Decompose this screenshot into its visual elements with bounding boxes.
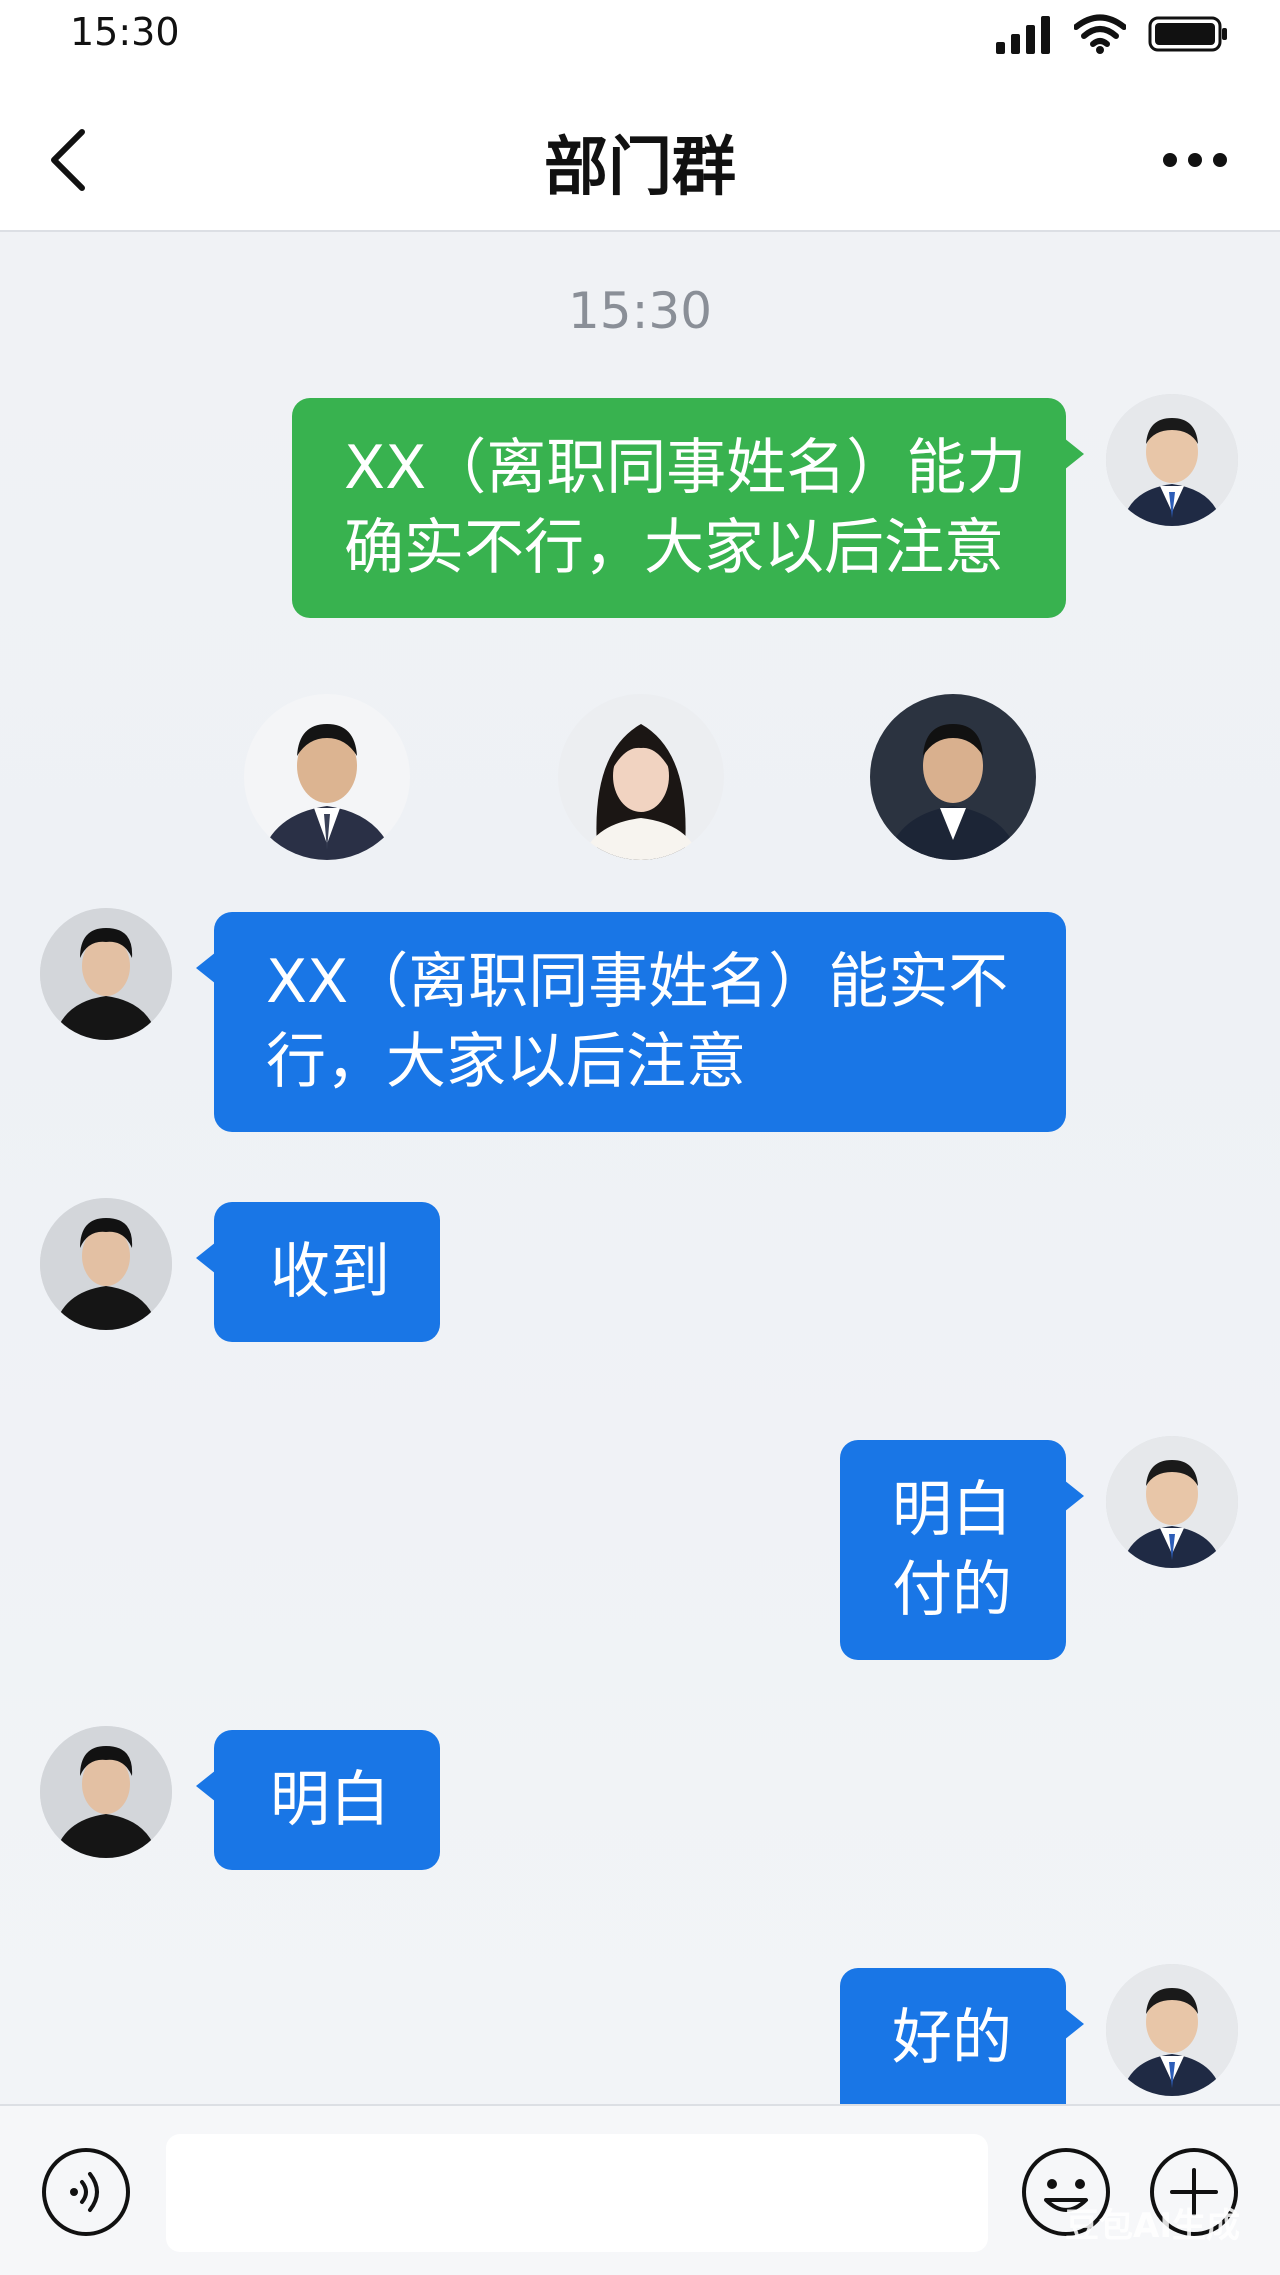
self-avatar[interactable] [1106, 1964, 1238, 2096]
colleague-avatar[interactable] [40, 908, 172, 1040]
battery-icon [1148, 16, 1227, 52]
avatar-image [1106, 1964, 1238, 2096]
voice-icon[interactable] [40, 2146, 132, 2238]
avatar-image [1106, 394, 1238, 526]
reader-avatar[interactable] [244, 694, 410, 860]
message-bubble[interactable]: 收到 [196, 1202, 440, 1342]
message-bubble[interactable]: XX（离职同事姓名）能力 确实不行，大家以后注意 [292, 398, 1084, 618]
message-bubble[interactable]: 好的 [840, 1968, 1084, 2104]
message-text: 行，大家以后注意 [266, 1027, 746, 1097]
page-title: 部门群 [544, 131, 736, 205]
avatar-image [244, 694, 410, 860]
avatar-image [558, 694, 724, 860]
status-time: 15:30 [70, 10, 180, 54]
message-text: 收到 [270, 1237, 390, 1307]
message-bubble[interactable]: 明白 付的 [840, 1440, 1084, 1660]
watermark: 豆包AI生成 [1065, 2206, 1240, 2246]
message-text: 付的 [892, 1555, 1012, 1625]
message-text: 明白 [892, 1475, 1012, 1545]
reader-avatar[interactable] [558, 694, 724, 860]
input-bar: 豆包AI生成 [0, 2104, 1280, 2275]
colleague-avatar[interactable] [40, 1726, 172, 1858]
status-bar: 15:30 [0, 0, 1280, 90]
avatar-image [1106, 1436, 1238, 1568]
message-input[interactable] [166, 2134, 988, 2252]
chat-area[interactable]: 15:30 XX（离职同事姓名）能力 确实不行，大家以后注意 XX（离职同事姓名… [0, 232, 1280, 2104]
avatar-image [870, 694, 1036, 860]
message-text: 确实不行，大家以后注意 [344, 513, 1004, 583]
avatar-image [40, 1198, 172, 1330]
message-bubble[interactable]: 明白 [196, 1730, 440, 1870]
self-avatar[interactable] [1106, 1436, 1238, 1568]
self-avatar[interactable] [1106, 394, 1238, 526]
message-text: 好的 [892, 2003, 1012, 2073]
chat-screen: 15:30 部门群 15:30 XX（离职同事姓名）能力 确实不行，大家以后注意… [0, 0, 1280, 2275]
message-text: XX（离职同事姓名）能力 [344, 433, 1027, 503]
message-text: 明白 [270, 1765, 390, 1835]
status-icons [996, 14, 1228, 54]
nav-bar: 部门群 [0, 90, 1280, 232]
message-bubble[interactable]: XX（离职同事姓名）能实不 行，大家以后注意 [196, 912, 1066, 1132]
message-text: XX（离职同事姓名）能实不 [266, 947, 1009, 1017]
wifi-icon [1074, 14, 1126, 54]
avatar-image [40, 1726, 172, 1858]
signal-icon [996, 16, 1050, 54]
more-icon[interactable] [1160, 140, 1230, 180]
message-timestamp: 15:30 [567, 282, 713, 340]
avatar-image [40, 908, 172, 1040]
reader-avatar[interactable] [870, 694, 1036, 860]
colleague-avatar[interactable] [40, 1198, 172, 1330]
